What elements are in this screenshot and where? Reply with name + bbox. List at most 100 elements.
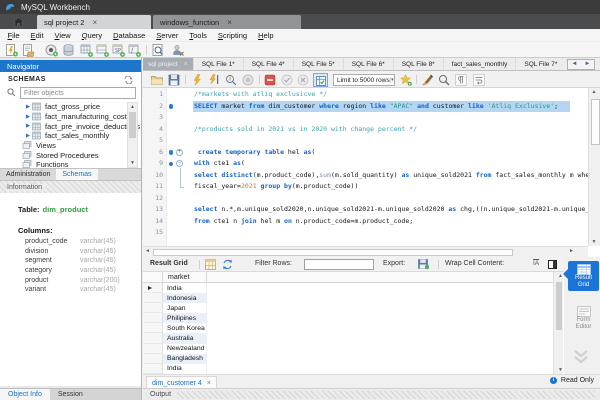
code-line[interactable]: 2 + − SELECT market from dim_customer wh… (143, 101, 588, 112)
grid-cell[interactable]: Philipines (163, 313, 207, 324)
code-line[interactable]: 1 + − /*markets with atliq exclusicve */ (143, 89, 588, 101)
row-selector-cell[interactable] (143, 303, 163, 314)
scroll-left-icon[interactable]: ◄ (145, 248, 150, 254)
new-procedure-icon[interactable]: SP (112, 44, 125, 57)
grid-cell[interactable]: India (163, 283, 207, 294)
editor-tab[interactable]: SQL File 5* × (292, 58, 343, 70)
tree-item[interactable]: ▶ fact_pre_invoice_deductions (0, 121, 141, 131)
close-icon[interactable]: × (227, 18, 232, 26)
editor-tab[interactable]: fact_sales_monthly × (442, 58, 516, 70)
grid-cell[interactable]: Japan (163, 303, 207, 314)
new-function-icon[interactable]: f (128, 44, 141, 57)
document-tab[interactable]: sql project 2 × (37, 15, 151, 29)
stop-icon[interactable] (242, 74, 254, 86)
form-editor-view-button[interactable]: Form Editor (568, 303, 599, 333)
menu-item[interactable]: View (49, 31, 76, 40)
expand-arrow-icon[interactable]: ▶ (24, 114, 32, 120)
filter-objects-input[interactable]: Filter objects (20, 87, 136, 99)
code-line[interactable]: 6 + − create temporary table hel as( (143, 147, 588, 159)
code-line[interactable]: 11 + − fiscal_year=2021 group by(m.produ… (143, 181, 588, 193)
commit-icon[interactable] (281, 74, 293, 86)
tree-item[interactable]: ▶ fact_manufacturing_cost (0, 112, 141, 122)
tab-scroll-left-icon[interactable]: ◄ (568, 60, 581, 69)
search-objects-icon[interactable] (152, 44, 165, 57)
close-icon[interactable]: × (184, 61, 188, 68)
grid-icon[interactable] (205, 259, 216, 270)
scroll-down-icon[interactable]: ▼ (128, 160, 137, 166)
refresh-schemas-icon[interactable] (124, 76, 133, 84)
code-line[interactable]: 13 + − select n.*,m.unique_sold2020,n.un… (143, 204, 588, 216)
code-line[interactable]: 12 + − (143, 193, 588, 205)
toggle-side-panel-icon[interactable] (548, 260, 557, 269)
fold-collapsed-icon[interactable]: + (176, 148, 183, 156)
close-icon[interactable]: × (92, 18, 97, 26)
sidebar-tab[interactable]: Schemas (56, 169, 98, 180)
row-selector-cell[interactable] (143, 323, 163, 334)
beautify-icon[interactable] (421, 74, 433, 86)
tree-item[interactable]: ▶ Views (0, 141, 141, 151)
new-view-icon[interactable] (96, 44, 109, 57)
grid-cell[interactable]: Australia (163, 333, 207, 344)
menu-item[interactable]: Query (76, 31, 107, 40)
tree-scrollbar[interactable]: ▲ ▼ (127, 102, 138, 168)
sidebar-bottom-tab[interactable]: Session (50, 389, 91, 400)
save-icon[interactable] (168, 74, 180, 86)
grid-cell[interactable]: Bangladesh (163, 353, 207, 364)
expand-arrow-icon[interactable]: ▶ (24, 123, 32, 129)
new-query-tab-icon[interactable] (5, 44, 18, 57)
menu-item[interactable]: Tools (184, 31, 213, 40)
row-selector-cell[interactable] (143, 353, 163, 364)
export-icon[interactable] (418, 259, 429, 270)
sql-editor[interactable]: 1 + − /*markets with atliq exclusicve */… (143, 88, 588, 246)
find-icon[interactable] (438, 74, 450, 86)
scroll-right-icon[interactable]: ► (569, 248, 574, 254)
editor-tab[interactable]: SQL File 8* × (392, 58, 443, 70)
editor-tab[interactable]: SQL File 6* × (342, 58, 393, 70)
editor-tab[interactable]: sql project × (143, 58, 193, 70)
code-line[interactable]: 4 + − /*products sold in 2021 vs in 2020… (143, 124, 588, 136)
expand-arrow-icon[interactable]: ▶ (24, 104, 32, 110)
editor-tab[interactable]: SQL File 7* × (515, 58, 565, 70)
grid-cell[interactable]: South Korea (163, 323, 207, 334)
code-line[interactable]: 5 + − (143, 135, 588, 147)
editor-hscroll-thumb[interactable] (153, 248, 513, 256)
menu-item[interactable]: File (2, 31, 25, 40)
execute-script-icon[interactable] (191, 74, 203, 86)
database-icon[interactable] (62, 44, 75, 57)
code-line[interactable]: 14 + − from cte1 n join hel m on n.produ… (143, 216, 588, 228)
execute-statement-icon[interactable] (208, 74, 220, 86)
scroll-up-icon[interactable]: ▲ (592, 89, 597, 95)
code-line[interactable]: 3 + − (143, 112, 588, 124)
grid-corner-cell[interactable] (143, 272, 163, 282)
scroll-up-icon[interactable]: ▲ (128, 104, 137, 110)
editor-vscroll-thumb[interactable] (590, 99, 600, 145)
grid-cell[interactable]: Indonesia (163, 293, 207, 304)
code-line[interactable]: 9 + − with cte1 as( (143, 158, 588, 170)
wrap-cell-content-icon[interactable]: IA (533, 260, 539, 267)
row-selector-cell[interactable] (143, 333, 163, 344)
menu-item[interactable]: Scripting (212, 31, 252, 40)
autocommit-toggle[interactable] (313, 73, 328, 87)
menu-item[interactable]: Help (253, 31, 279, 40)
row-selector-cell[interactable] (143, 293, 163, 304)
editor-tab[interactable]: SQL File 1* × (192, 58, 243, 70)
output-panel-header[interactable]: Output (143, 388, 600, 400)
menu-item[interactable]: Database (108, 31, 151, 40)
fold-expanded-icon[interactable]: − (176, 160, 183, 168)
code-line[interactable]: 10 + − select distinct(m.product_code),s… (143, 170, 588, 182)
tree-scrollbar-thumb[interactable] (129, 112, 136, 138)
menu-item[interactable]: Server (151, 31, 184, 40)
row-selector-cell[interactable] (143, 313, 163, 324)
new-snippet-icon[interactable] (400, 74, 412, 86)
menu-item[interactable]: Edit (25, 31, 49, 40)
row-selector-cell[interactable] (143, 343, 163, 354)
wrap-text-icon[interactable] (473, 74, 485, 86)
explain-plan-icon[interactable] (225, 74, 237, 86)
refresh-icon[interactable] (222, 259, 233, 270)
new-table-icon[interactable] (80, 44, 93, 57)
row-selector-cell[interactable] (143, 363, 163, 374)
document-tab[interactable]: windows_function × (153, 15, 301, 29)
show-invisibles-icon[interactable] (455, 74, 467, 86)
scroll-down-icon[interactable]: ▼ (592, 239, 597, 245)
row-selector-cell[interactable] (143, 283, 163, 294)
